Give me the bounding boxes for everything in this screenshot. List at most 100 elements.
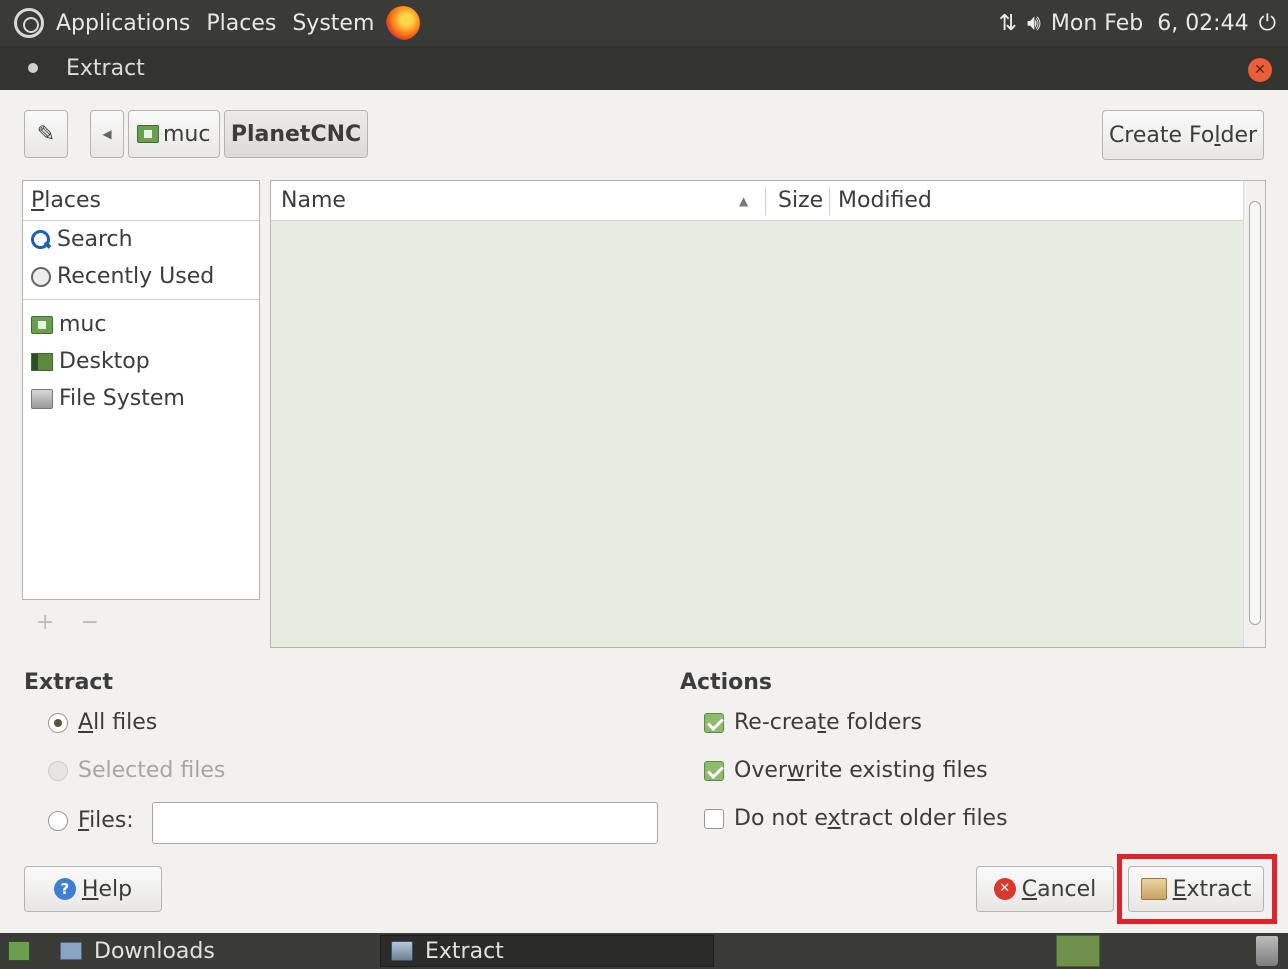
show-desktop-icon[interactable] [8, 941, 30, 961]
task-label: Extract [425, 938, 504, 964]
task-downloads[interactable]: Downloads [50, 935, 366, 967]
mnemonic: H [81, 876, 99, 902]
places-item-recently-used[interactable]: Recently Used [23, 258, 259, 295]
places-item-label: Desktop [59, 349, 150, 374]
extract-button[interactable]: Extract [1128, 866, 1264, 912]
places-item-desktop[interactable]: Desktop [23, 343, 259, 380]
task-label: Downloads [94, 938, 215, 964]
menu-system[interactable]: System [292, 11, 374, 36]
clock[interactable]: Mon Feb 6, 02:44 [1051, 11, 1249, 36]
panel-menu: Applications Places System [0, 0, 421, 46]
places-separator [23, 299, 259, 300]
mnemonic: F [78, 808, 90, 833]
no-older-files-checkbox[interactable]: Do not extract older files [704, 806, 1008, 831]
mnemonic: x [827, 806, 841, 831]
menu-places[interactable]: Places [206, 11, 276, 36]
window-menu-icon[interactable] [28, 63, 38, 73]
label-part: Do not e [734, 806, 828, 831]
checkbox-label: Do not extract older files [734, 806, 1008, 831]
label-part: ll files [93, 710, 158, 735]
label-part: tract older files [840, 806, 1008, 831]
places-item-label: Recently Used [57, 264, 215, 289]
menu-applications[interactable]: Applications [56, 11, 190, 36]
window-titlebar[interactable]: Extract ✕ [0, 46, 1288, 90]
crumb-planetcnc[interactable]: PlanetCNC [224, 110, 368, 158]
places-item-search[interactable]: Search [23, 221, 259, 258]
file-list-header: Name ▲ Size Modified [271, 181, 1265, 221]
files-pattern-input[interactable] [152, 802, 658, 844]
places-item-label: Search [57, 227, 133, 252]
mnemonic: C [1021, 876, 1038, 902]
mnemonic: t [817, 710, 827, 735]
archive-manager-icon [391, 941, 413, 961]
crumb-muc[interactable]: muc [128, 110, 220, 158]
column-size[interactable]: Size [778, 188, 823, 213]
label-part: xtract [1186, 876, 1252, 902]
ubuntu-logo-icon[interactable] [14, 8, 44, 38]
column-name[interactable]: Name [281, 188, 346, 213]
radio-indicator[interactable] [48, 810, 68, 831]
places-add-remove: + − [36, 610, 99, 635]
top-panel: Applications Places System ⇅ 🔊︎ Mon Feb … [0, 0, 1288, 46]
mnemonic: E [1172, 876, 1187, 902]
label-part: ancel [1037, 876, 1097, 902]
label-part: elp [98, 876, 133, 902]
trash-icon[interactable] [1256, 936, 1278, 966]
actions-section-title: Actions [680, 670, 772, 695]
places-item-label: File System [59, 386, 185, 411]
help-label: Help [82, 877, 132, 902]
help-button[interactable]: ? Help [24, 866, 162, 912]
close-icon[interactable]: ✕ [1248, 58, 1272, 82]
cancel-icon: ✕ [993, 878, 1016, 900]
power-icon[interactable]: ⏻ [1259, 11, 1276, 36]
network-icon[interactable]: ⇅ [999, 11, 1017, 36]
places-header[interactable]: Places [23, 181, 259, 221]
column-divider [765, 187, 766, 215]
create-folder-label: Create Folder [1109, 123, 1257, 148]
places-item-muc[interactable]: muc [23, 306, 259, 343]
add-bookmark-icon[interactable]: + [36, 610, 54, 635]
checkbox-label: Re-create folders [734, 710, 922, 735]
cancel-button[interactable]: ✕ Cancel [976, 866, 1114, 912]
task-extract[interactable]: Extract [380, 935, 714, 967]
places-header-label: laces [44, 188, 101, 213]
edit-location-button[interactable]: ✎ [24, 110, 68, 158]
extract-label: Extract [1173, 877, 1252, 902]
files-radio[interactable]: Files: [48, 808, 134, 833]
crumb-label: muc [163, 121, 211, 147]
archive-icon [1140, 878, 1167, 900]
column-divider [829, 187, 830, 215]
sort-ascending-icon: ▲ [739, 193, 749, 208]
file-list[interactable]: Name ▲ Size Modified [270, 180, 1266, 648]
scrollbar-thumb[interactable] [1249, 201, 1261, 625]
checkbox-indicator[interactable] [704, 760, 724, 781]
radio-label: Files: [78, 808, 134, 833]
extract-dialog: ✎ ◀ muc PlanetCNC Create Folder Places S… [0, 90, 1288, 933]
mnemonic: w [786, 758, 805, 783]
path-back-button[interactable]: ◀ [90, 110, 124, 158]
label-part: rite existing files [804, 758, 988, 783]
checkbox-indicator[interactable] [704, 808, 724, 829]
help-icon: ? [53, 878, 76, 900]
overwrite-files-checkbox[interactable]: Overwrite existing files [704, 758, 988, 783]
places-item-file-system[interactable]: File System [23, 380, 259, 417]
column-modified[interactable]: Modified [838, 188, 932, 213]
radio-label: All files [78, 710, 157, 735]
remove-bookmark-icon[interactable]: − [80, 610, 98, 635]
vertical-scrollbar[interactable] [1243, 181, 1265, 647]
radio-indicator [48, 760, 68, 781]
checkbox-label: Overwrite existing files [734, 758, 988, 783]
create-folder-button[interactable]: Create Folder [1102, 110, 1264, 160]
drive-icon [31, 388, 53, 409]
all-files-radio[interactable]: All files [48, 710, 157, 735]
radio-indicator[interactable] [48, 712, 68, 733]
bottom-panel: Downloads Extract [0, 933, 1288, 969]
home-folder-icon [31, 315, 53, 334]
checkbox-indicator[interactable] [704, 712, 724, 733]
workspace-switcher-icon[interactable] [1056, 935, 1100, 967]
places-sidebar: Places Search Recently Used muc Desktop … [22, 180, 260, 600]
firefox-icon[interactable] [386, 6, 421, 40]
extract-section-title: Extract [24, 670, 113, 695]
volume-icon[interactable]: 🔊︎ [1027, 11, 1041, 36]
recreate-folders-checkbox[interactable]: Re-create folders [704, 710, 922, 735]
